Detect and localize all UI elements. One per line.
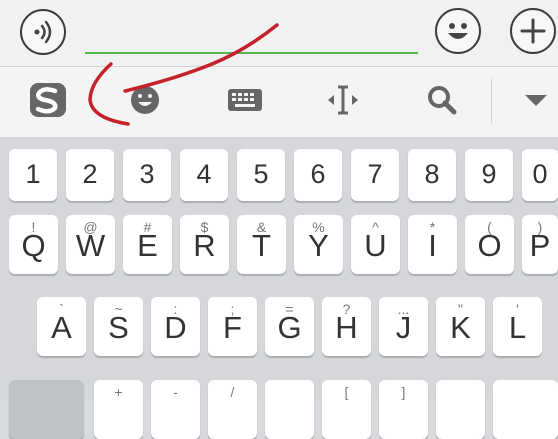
ime-toolbar [0, 67, 558, 138]
toolbar-divider [491, 79, 492, 123]
key-digit[interactable]: 7 [351, 149, 399, 201]
sogou-logo-icon [30, 83, 66, 117]
key-label: J [395, 310, 412, 345]
key-i[interactable]: * I [408, 215, 457, 274]
key-t[interactable]: & T [237, 215, 286, 274]
key-l[interactable]: ' L [493, 297, 542, 356]
key-a[interactable]: ` A [37, 297, 86, 356]
shift-key[interactable] [9, 380, 84, 439]
key-digit[interactable]: 1 [9, 149, 57, 201]
key-symbol: / [230, 384, 235, 400]
key-label: F [223, 310, 242, 345]
key-f[interactable]: ; F [208, 297, 257, 356]
key-digit[interactable]: 5 [237, 149, 285, 201]
key-label: T [252, 228, 271, 263]
search-icon [428, 86, 457, 115]
key-symbol: ] [401, 384, 406, 400]
key-label: 7 [367, 159, 383, 189]
key-label: D [164, 310, 187, 345]
key-label: Q [21, 228, 46, 263]
more-button[interactable] [510, 8, 556, 54]
key-symbol: [ [344, 384, 349, 400]
key-g[interactable]: = G [265, 297, 314, 356]
key-k[interactable]: " K [436, 297, 485, 356]
message-input-underline[interactable] [85, 52, 418, 54]
key-label: 1 [25, 159, 41, 189]
key-label: 8 [424, 159, 440, 189]
key-label: 3 [139, 159, 155, 189]
key-digit[interactable]: 4 [180, 149, 228, 201]
key-label: A [51, 310, 72, 345]
key-label: E [137, 228, 158, 263]
key-e[interactable]: # E [123, 215, 172, 274]
key-label: 5 [253, 159, 269, 189]
collapse-triangle-icon [525, 95, 547, 106]
top-bar [0, 0, 558, 67]
smiley-face-icon [448, 23, 468, 39]
cursor-move-icon [328, 85, 358, 115]
key-r[interactable]: $ R [180, 215, 229, 274]
key-m[interactable] [436, 380, 485, 439]
key-label: R [193, 228, 216, 263]
keyboard-switch-button[interactable] [223, 81, 267, 119]
key-u[interactable]: ^ U [351, 215, 400, 274]
backspace-key[interactable] [493, 380, 558, 439]
key-label: I [428, 228, 437, 263]
key-p[interactable]: ) P [522, 215, 558, 274]
key-digit[interactable]: 8 [408, 149, 456, 201]
emoji-face-icon [131, 86, 159, 114]
keyboard: 1 2 3 4 5 6 7 8 9 0 ! Q @ W # E $ R & T % Y ^ U… [0, 138, 558, 439]
key-y[interactable]: % Y [294, 215, 343, 274]
key-label: K [450, 310, 471, 345]
key-b[interactable]: [ [322, 380, 371, 439]
key-digit[interactable]: 2 [66, 149, 114, 201]
voice-wave-icon [34, 20, 52, 44]
keyboard-icon [228, 89, 262, 111]
key-label: G [277, 310, 302, 345]
key-symbol: - [173, 384, 178, 400]
emoji-toolbar-button[interactable] [123, 81, 167, 119]
key-label: U [364, 228, 387, 263]
key-label: O [477, 228, 502, 263]
key-digit[interactable]: 3 [123, 149, 171, 201]
key-o[interactable]: (O [465, 215, 514, 274]
key-label: 4 [196, 159, 212, 189]
key-label: W [75, 228, 106, 263]
key-label: 2 [82, 159, 98, 189]
voice-button[interactable] [20, 9, 66, 55]
key-w[interactable]: @ W [66, 215, 115, 274]
key-x[interactable]: - [151, 380, 200, 439]
emoji-button[interactable] [435, 8, 481, 54]
search-button[interactable] [420, 81, 464, 119]
key-c[interactable]: / [208, 380, 257, 439]
key-h[interactable]: ? H [322, 297, 371, 356]
key-label: Y [308, 228, 329, 263]
key-q[interactable]: ! Q [9, 215, 58, 274]
key-label: 6 [310, 159, 326, 189]
collapse-keyboard-button[interactable] [514, 81, 558, 119]
plus-icon [520, 18, 546, 44]
key-symbol: + [114, 384, 123, 400]
cursor-move-button[interactable] [321, 81, 365, 119]
key-digit[interactable]: 0 [522, 149, 558, 201]
key-n[interactable]: ] [379, 380, 428, 439]
key-digit[interactable]: 9 [465, 149, 513, 201]
key-s[interactable]: ~ S [94, 297, 143, 356]
key-v[interactable] [265, 380, 314, 439]
key-label: L [508, 310, 527, 345]
key-label: H [335, 310, 358, 345]
key-d[interactable]: :D [151, 297, 200, 356]
key-label: S [108, 310, 129, 345]
key-label: 0 [532, 159, 548, 189]
key-z[interactable]: + [94, 380, 143, 439]
key-label: P [529, 228, 551, 263]
key-j[interactable]: ... J [379, 297, 428, 356]
key-digit[interactable]: 6 [294, 149, 342, 201]
sogou-logo-button[interactable] [26, 81, 70, 119]
key-label: 9 [481, 159, 497, 189]
